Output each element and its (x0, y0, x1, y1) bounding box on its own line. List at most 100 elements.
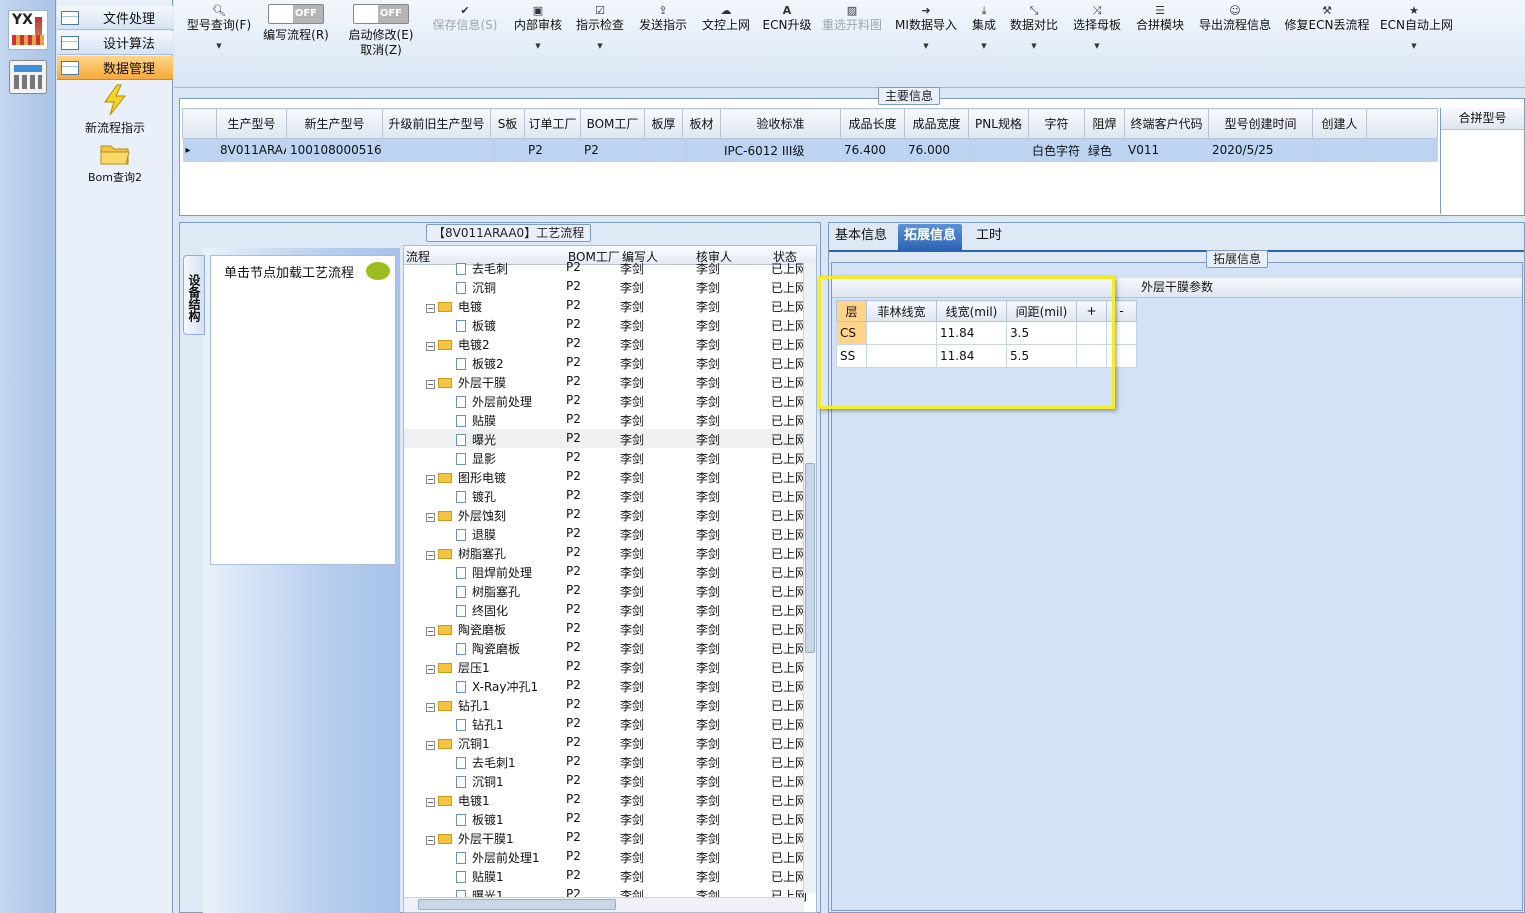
collapse-icon[interactable]: − (426, 475, 435, 484)
column-header[interactable]: 升级前旧生产型号 (382, 108, 491, 139)
table-row[interactable]: 钻孔1 P2 李剑 李剑 已上网 (404, 714, 807, 733)
table-row[interactable]: 终固化 P2 李剑 李剑 已上网 (404, 600, 807, 619)
table-row[interactable]: − 树脂塞孔 P2 李剑 李剑 已上网 (404, 543, 807, 562)
integrate-button[interactable]: ⤓ 集成 ▼ (968, 4, 1000, 74)
tree-node[interactable]: 树脂塞孔 (456, 583, 520, 600)
export-process-info-button[interactable]: ☺ 导出流程信息 (1196, 4, 1274, 74)
column-header[interactable]: 板材 (682, 108, 721, 139)
table-cell[interactable]: P2 (524, 138, 581, 162)
scroll-thumb[interactable] (418, 899, 616, 910)
main-info-table[interactable]: 生产型号 新生产型号 升级前旧生产型号 S板 订单工厂 BOM工厂 板厚 板材 验收标准 成品长度… (182, 108, 1438, 162)
column-header[interactable]: BOM工厂 (580, 108, 645, 139)
tree-node[interactable]: − 图形电镀 (426, 469, 506, 486)
collapse-icon[interactable]: − (426, 380, 435, 389)
column-header[interactable]: 字符 (1028, 108, 1085, 139)
table-cell[interactable]: 白色字符 (1028, 138, 1085, 162)
collapse-icon[interactable]: − (426, 741, 435, 750)
bom-query2-button[interactable]: Bom查询2 (57, 142, 173, 185)
column-header[interactable]: 创建人 (1312, 108, 1367, 139)
column-header[interactable]: PNL规格 (968, 108, 1029, 139)
table-cell[interactable]: 2020/5/25 (1208, 138, 1313, 162)
table-row[interactable]: 去毛刺 P2 李剑 李剑 已上网 (404, 258, 807, 277)
mi-data-import-button[interactable]: ➜ MI数据导入 ▼ (894, 4, 958, 74)
table-row[interactable]: 去毛刺1 P2 李剑 李剑 已上网 (404, 752, 807, 771)
tree-node[interactable]: 终固化 (456, 602, 508, 619)
save-info-button[interactable]: ✔ 保存信息(S) (430, 4, 500, 74)
tree-node[interactable]: 镀孔 (456, 488, 496, 505)
table-row[interactable]: 阻焊前处理 P2 李剑 李剑 已上网 (404, 562, 807, 581)
tree-node[interactable]: − 层压1 (426, 659, 490, 676)
data-compare-button[interactable]: ⤡ 数据对比 ▼ (1008, 4, 1060, 74)
tree-node[interactable]: 沉铜1 (456, 773, 504, 790)
instruction-check-button[interactable]: ☑ 指示检查 ▼ (574, 4, 626, 74)
table-row[interactable]: 陶瓷磨板 P2 李剑 李剑 已上网 (404, 638, 807, 657)
tree-node[interactable]: − 电镀 (426, 298, 482, 315)
table-cell[interactable] (644, 138, 683, 162)
table-row[interactable]: − 外层干膜1 P2 李剑 李剑 已上网 (404, 828, 807, 847)
collapse-icon[interactable]: − (426, 836, 435, 845)
table-row[interactable]: − 钻孔1 P2 李剑 李剑 已上网 (404, 695, 807, 714)
merge-module-button[interactable]: ☰ 合拼模块 (1134, 4, 1186, 74)
column-header[interactable]: 成品宽度 (904, 108, 969, 139)
table-row[interactable]: − 层压1 P2 李剑 李剑 已上网 (404, 657, 807, 676)
column-header[interactable]: S板 (490, 108, 525, 139)
collapse-icon[interactable]: − (426, 513, 435, 522)
table-row[interactable]: 镀孔 P2 李剑 李剑 已上网 (404, 486, 807, 505)
ecn-upgrade-button[interactable]: A ECN升级 (762, 4, 812, 74)
node-panel[interactable] (210, 255, 396, 565)
table-row[interactable]: 外层前处理1 P2 李剑 李剑 已上网 (404, 847, 807, 866)
table-row[interactable]: − 外层蚀刻 P2 李剑 李剑 已上网 (404, 505, 807, 524)
cancel-label[interactable]: 取消(Z) (346, 43, 416, 58)
table-row[interactable]: 外层前处理 P2 李剑 李剑 已上网 (404, 391, 807, 410)
tree-node[interactable]: 去毛刺1 (456, 754, 516, 771)
table-row[interactable]: − 陶瓷磨板 P2 李剑 李剑 已上网 (404, 619, 807, 638)
table-row[interactable]: − 沉铜1 P2 李剑 李剑 已上网 (404, 733, 807, 752)
table-cell[interactable] (490, 138, 525, 162)
table-row[interactable]: 显影 P2 李剑 李剑 已上网 (404, 448, 807, 467)
column-header[interactable]: 生产型号 (216, 108, 287, 139)
collapse-icon[interactable]: − (426, 304, 435, 313)
write-process-toggle[interactable]: OFF 编写流程(R) (260, 4, 332, 74)
column-header[interactable]: 板厚 (644, 108, 683, 139)
table-row[interactable]: 树脂塞孔 P2 李剑 李剑 已上网 (404, 581, 807, 600)
table-cell[interactable] (968, 138, 1029, 162)
new-process-instruction-button[interactable]: 新流程指示 (57, 84, 173, 136)
device-structure-tab[interactable]: 设备结构 (183, 255, 205, 335)
table-row[interactable]: − 电镀2 P2 李剑 李剑 已上网 (404, 334, 807, 353)
row-indicator-icon[interactable]: ▸ (182, 138, 217, 162)
tree-node[interactable]: 板镀1 (456, 811, 504, 828)
scroll-thumb[interactable] (805, 463, 815, 653)
table-cell[interactable]: 76.000 (904, 138, 969, 162)
column-header[interactable]: 验收标准 (720, 108, 841, 139)
tree-node[interactable]: 退膜 (456, 526, 496, 543)
internal-review-button[interactable]: ▣ 内部审核 ▼ (512, 4, 564, 74)
tree-node[interactable]: − 陶瓷磨板 (426, 621, 506, 638)
table-row[interactable]: − 外层干膜 P2 李剑 李剑 已上网 (404, 372, 807, 391)
tab-work-hours[interactable]: 工时 (970, 224, 1008, 250)
table-row[interactable]: 贴膜 P2 李剑 李剑 已上网 (404, 410, 807, 429)
tree-node[interactable]: 外层前处理 (456, 393, 532, 410)
table-row[interactable]: − 电镀1 P2 李剑 李剑 已上网 (404, 790, 807, 809)
table-cell[interactable]: 8V011ARAA0 (216, 138, 287, 162)
table-row[interactable]: − 图形电镀 P2 李剑 李剑 已上网 (404, 467, 807, 486)
table-cell[interactable]: 绿色 (1084, 138, 1125, 162)
tree-node[interactable]: 去毛刺 (456, 260, 508, 277)
table-cell[interactable]: 10010800051633 (286, 138, 383, 162)
toggle-switch[interactable]: OFF (268, 4, 324, 24)
column-header[interactable]: 终端客户代码 (1124, 108, 1209, 139)
tree-node[interactable]: X-Ray冲孔1 (456, 678, 538, 695)
tree-node[interactable]: − 外层蚀刻 (426, 507, 506, 524)
repair-ecn-lost-process-button[interactable]: ⚒ 修复ECN丢流程 (1284, 4, 1370, 74)
column-header[interactable]: 型号创建时间 (1208, 108, 1313, 139)
table-cell[interactable]: IPC-6012 III级 (720, 138, 841, 162)
table-row[interactable]: 曝光 P2 李剑 李剑 已上网 (404, 429, 807, 448)
collapse-icon[interactable]: − (426, 665, 435, 674)
table-cell[interactable] (682, 138, 721, 162)
toggle-switch[interactable]: OFF (353, 4, 409, 24)
tree-node[interactable]: 陶瓷磨板 (456, 640, 520, 657)
table-row[interactable]: 退膜 P2 李剑 李剑 已上网 (404, 524, 807, 543)
table-cell[interactable] (1312, 138, 1367, 162)
tree-node[interactable]: 钻孔1 (456, 716, 504, 733)
column-header[interactable]: 阻焊 (1084, 108, 1125, 139)
tree-node[interactable]: 贴膜1 (456, 868, 504, 885)
